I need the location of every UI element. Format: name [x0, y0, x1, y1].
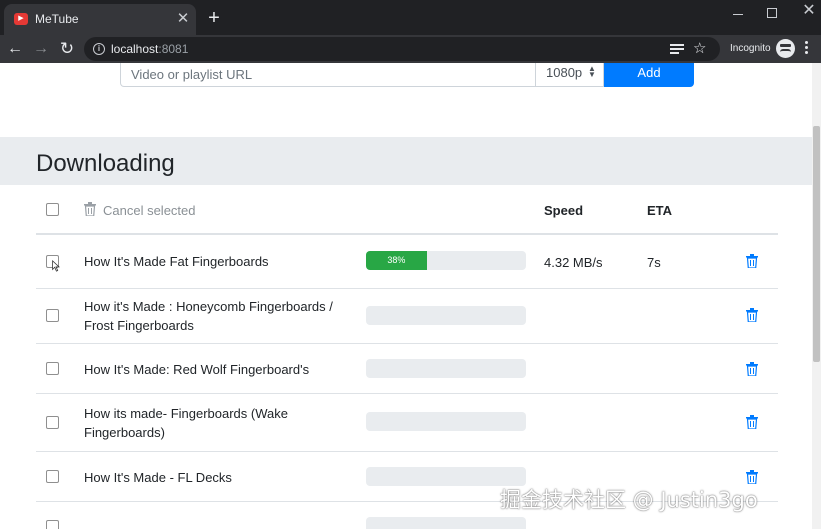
- minimize-window-icon[interactable]: [730, 6, 746, 22]
- progress-bar: [366, 359, 526, 378]
- downloads-table-header: Cancel selected Speed ETA: [36, 185, 778, 235]
- back-arrow-icon[interactable]: ←: [4, 38, 26, 60]
- close-tab-icon[interactable]: ✕: [174, 10, 192, 28]
- table-row: How It's Made: Red Wolf Fingerboard's: [36, 344, 778, 394]
- download-title: How It's Made - FL Decks: [84, 470, 232, 485]
- row-checkbox[interactable]: [46, 470, 59, 483]
- delete-trash-icon[interactable]: [746, 470, 758, 484]
- forward-arrow-icon[interactable]: →: [30, 38, 52, 60]
- select-arrows-icon: ▲ ▼: [588, 64, 596, 79]
- download-title: How It's Made: Red Wolf Fingerboard's: [84, 362, 310, 377]
- browser-toolbar: ← → ↻ i localhost:8081 ☆ Incognito: [0, 35, 821, 63]
- row-checkbox[interactable]: [46, 416, 59, 429]
- download-title: How it's Made : Honeycomb Fingerboards /…: [84, 299, 333, 333]
- progress-bar: [366, 306, 526, 325]
- speed-column-header: Speed: [544, 203, 584, 218]
- progress-bar-fill: 38%: [366, 251, 427, 270]
- new-tab-icon[interactable]: +: [204, 8, 224, 28]
- video-url-input[interactable]: [120, 63, 536, 87]
- delete-trash-icon[interactable]: [746, 415, 758, 429]
- quality-select[interactable]: 1080p ▲ ▼: [536, 63, 604, 87]
- watermark-text: 掘金技术社区 @ Justin3go: [500, 488, 758, 512]
- reload-icon[interactable]: ↻: [56, 38, 78, 60]
- progress-bar: 38%: [366, 251, 526, 270]
- delete-trash-icon[interactable]: [746, 308, 758, 322]
- browser-menu-icon[interactable]: [805, 41, 809, 57]
- mouse-cursor-icon: [52, 260, 60, 272]
- progress-bar: [366, 412, 526, 431]
- maximize-window-icon[interactable]: [767, 8, 777, 18]
- table-row: How it's Made : Honeycomb Fingerboards /…: [36, 289, 778, 344]
- page-scrollbar-thumb[interactable]: [813, 126, 820, 362]
- progress-bar: [366, 517, 526, 529]
- reading-list-icon[interactable]: [670, 42, 684, 56]
- table-row: How It's Made Fat Fingerboards 38% 4.32 …: [36, 235, 778, 289]
- row-checkbox[interactable]: [46, 309, 59, 322]
- eta-column-header: ETA: [647, 203, 673, 218]
- bookmark-star-icon[interactable]: ☆: [693, 40, 706, 58]
- browser-tab[interactable]: ▶ MeTube ✕: [4, 4, 196, 35]
- incognito-label: Incognito: [730, 43, 771, 54]
- add-button[interactable]: Add: [604, 63, 694, 87]
- download-title: How its made- Fingerboards (Wake Fingerb…: [84, 406, 288, 440]
- table-row: How its made- Fingerboards (Wake Fingerb…: [36, 394, 778, 452]
- row-checkbox[interactable]: [46, 362, 59, 375]
- site-info-icon[interactable]: i: [93, 43, 105, 55]
- incognito-icon[interactable]: [776, 39, 795, 58]
- close-window-icon[interactable]: ✕: [801, 3, 817, 19]
- cancel-selected-label: Cancel selected: [103, 203, 196, 218]
- download-title: How It's Made Fat Fingerboards: [84, 254, 269, 269]
- row-checkbox[interactable]: [46, 520, 59, 529]
- section-title: Downloading: [36, 150, 175, 177]
- address-url: localhost:8081: [111, 42, 188, 56]
- tab-title: MeTube: [35, 12, 79, 26]
- address-bar[interactable]: i localhost:8081 ☆: [84, 37, 720, 61]
- url-port: :8081: [158, 42, 189, 56]
- downloading-section-header: Downloading: [0, 137, 812, 185]
- select-all-checkbox[interactable]: [46, 203, 59, 216]
- trash-icon: [84, 202, 96, 216]
- browser-tab-bar: ▶ MeTube ✕ + ✕: [0, 0, 821, 35]
- delete-trash-icon[interactable]: [746, 254, 758, 268]
- metube-favicon-icon: ▶: [14, 13, 28, 25]
- download-eta: 7s: [647, 255, 661, 270]
- url-host: localhost: [111, 42, 159, 56]
- delete-trash-icon[interactable]: [746, 362, 758, 376]
- quality-value: 1080p: [546, 65, 583, 80]
- download-speed: 4.32 MB/s: [544, 255, 603, 270]
